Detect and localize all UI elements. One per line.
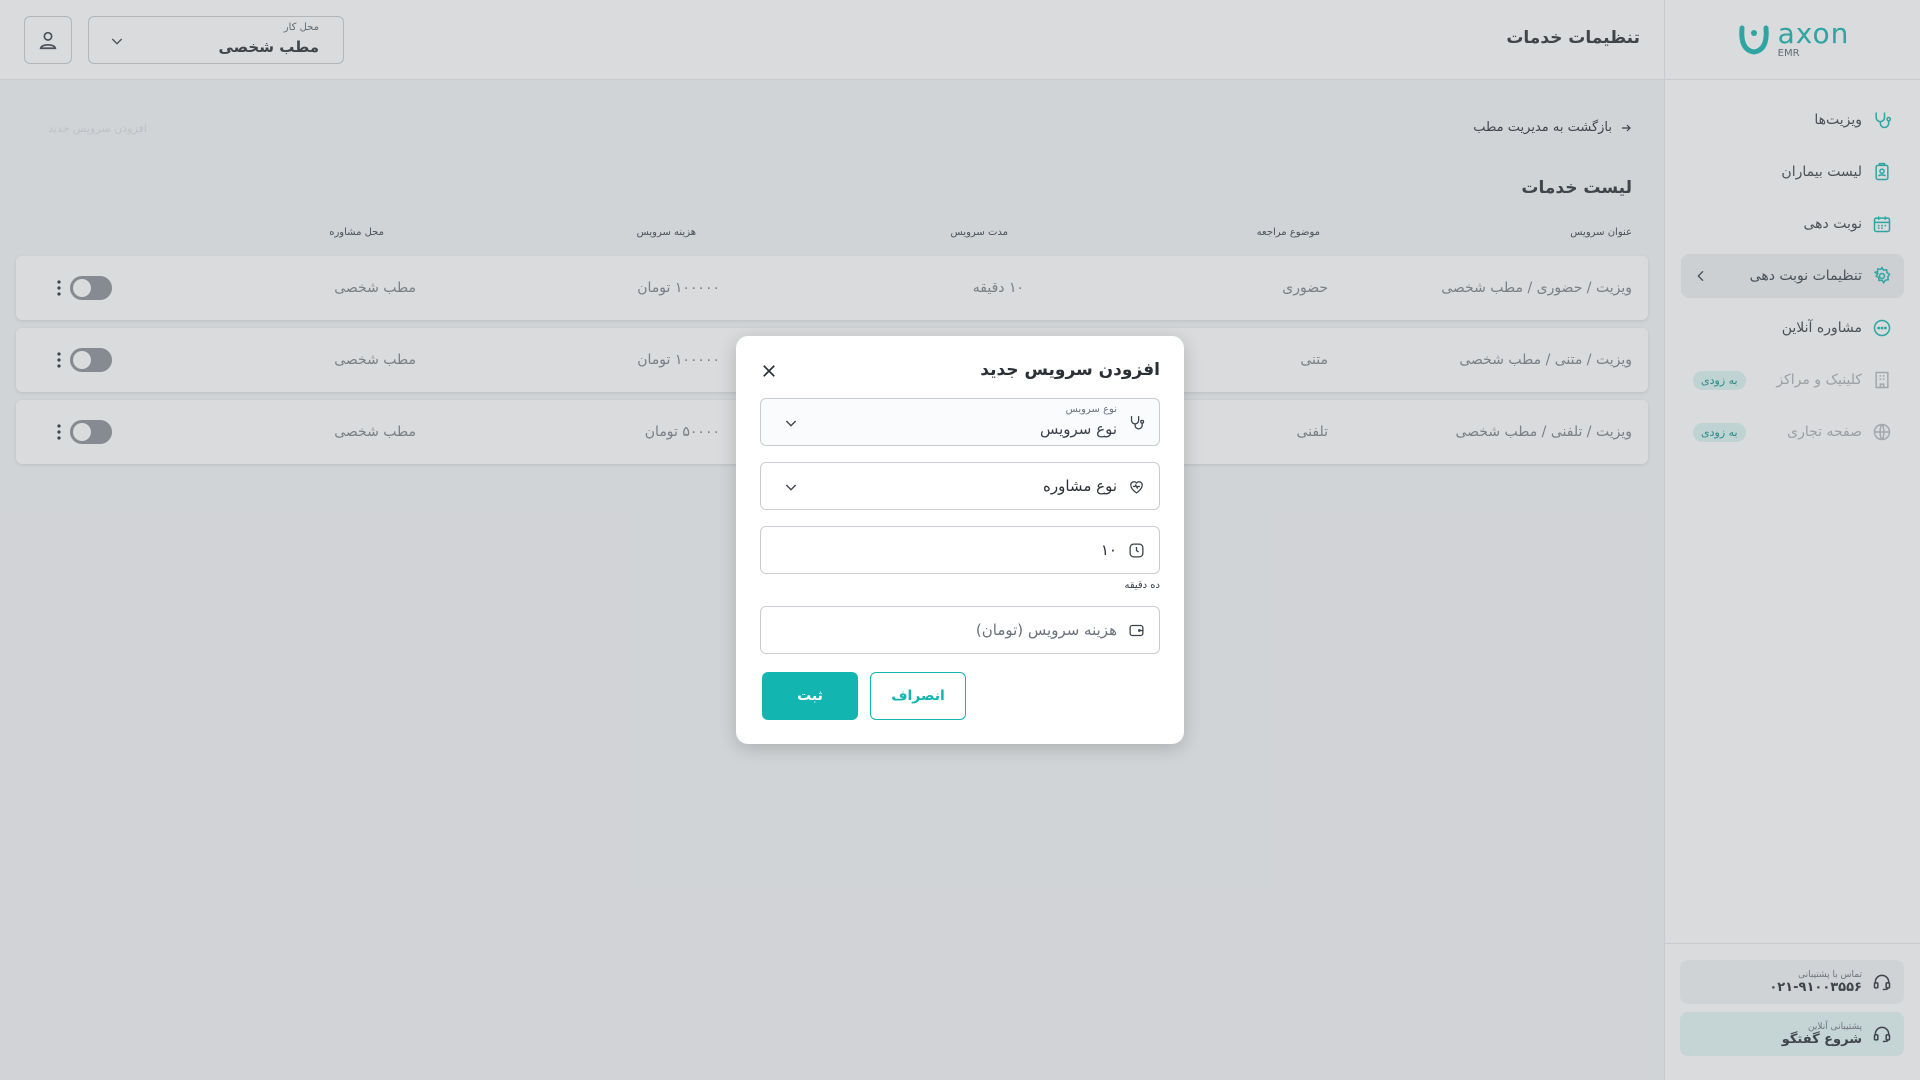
- price-input[interactable]: هزینه سرویس (تومان): [760, 606, 1160, 654]
- wallet-icon: [1129, 624, 1144, 637]
- clock-icon: [1129, 543, 1144, 558]
- service-type-select[interactable]: نوع سرویس نوع سرویس: [760, 398, 1160, 446]
- heart-pulse-icon: [1130, 481, 1143, 494]
- service-type-value: نوع سرویس: [1039, 420, 1117, 438]
- add-service-modal: افزودن سرویس جدید نوع سرویس نوع سرویس نو…: [736, 336, 1184, 744]
- close-icon[interactable]: [760, 362, 778, 380]
- submit-button[interactable]: ثبت: [762, 672, 858, 720]
- cancel-button[interactable]: انصراف: [870, 672, 966, 720]
- service-type-label: نوع سرویس: [1065, 404, 1117, 415]
- chevron-down-icon: [785, 420, 797, 427]
- duration-value: ۱۰: [1100, 541, 1117, 559]
- duration-helper-text: ده دقیقه: [1124, 580, 1160, 591]
- price-placeholder: هزینه سرویس (تومان): [975, 621, 1117, 639]
- stethoscope-icon: [1130, 416, 1145, 430]
- duration-input[interactable]: ۱۰: [760, 526, 1160, 574]
- chevron-down-icon: [785, 484, 797, 491]
- modal-title: افزودن سرویس جدید: [980, 360, 1160, 380]
- consult-type-select[interactable]: نوع مشاوره: [760, 462, 1160, 510]
- consult-type-value: نوع مشاوره: [1043, 477, 1117, 495]
